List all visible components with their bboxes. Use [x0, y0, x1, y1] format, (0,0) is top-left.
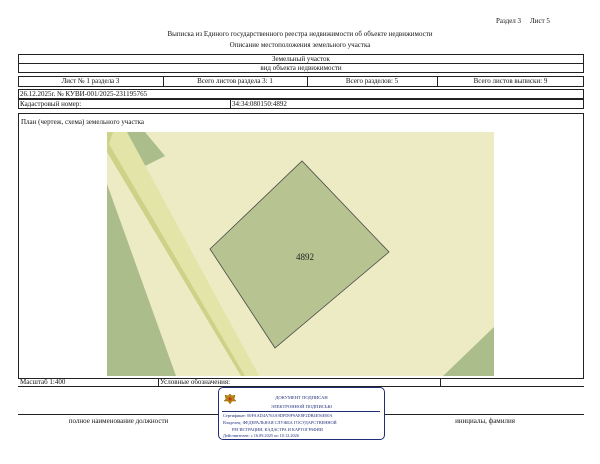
- position-label: полное наименование должности: [68, 417, 169, 425]
- sheet-label: Лист 5: [530, 17, 550, 25]
- initials-line: [385, 414, 584, 415]
- footer-divider-2: [440, 378, 441, 386]
- total-sheets-section: Всего листов раздела 3: 1: [197, 77, 273, 85]
- cadastral-row: [18, 99, 584, 109]
- stamp-line1: ДОКУМЕНТ ПОДПИСАН: [275, 395, 328, 400]
- stamp-owner-1: Владелец: ФЕДЕРАЛЬНАЯ СЛУЖБА ГОСУДАРСТВЕ…: [223, 420, 337, 425]
- stamp-validity: Действителен: с 16.09.2025 по 10.12.2026: [223, 433, 299, 438]
- stamp-line2: ЭЛЕКТРОННОЙ ПОДПИСЬЮ: [270, 404, 333, 409]
- date-number: 26.12.2025г. № КУВИ-001/2025-231195765: [20, 90, 148, 98]
- object-name: Земельный участок: [272, 55, 330, 63]
- section-label: Раздел 3: [496, 17, 522, 25]
- stamp-certificate: Сертификат: 00FAAD4A763A9DFD9F9AE8F2DB4E…: [223, 413, 333, 418]
- stamp-divider: [222, 411, 380, 412]
- plan-caption: План (чертеж, схема) земельного участка: [21, 118, 145, 126]
- cadastral-divider: [230, 99, 231, 109]
- object-kind: вид объекта недвижимости: [260, 64, 342, 72]
- scale-label: Масштаб 1:400: [20, 378, 66, 386]
- document-title: Выписка из Единого государственного реес…: [167, 30, 433, 38]
- total-sections: Всего разделов: 5: [345, 77, 399, 85]
- cadastral-number: 34:34:080150:4892: [232, 100, 287, 108]
- legend-label: Условные обозначения:: [160, 378, 231, 386]
- document-subtitle: Описание местоположения земельного участ…: [229, 41, 371, 49]
- land-plan-map: 4892: [107, 132, 494, 376]
- position-line: [18, 414, 219, 415]
- footer-divider-1: [158, 378, 159, 386]
- total-sheets-extract: Всего листов выписки: 9: [473, 77, 548, 85]
- sheet-of-section: Лист № 1 раздела 3: [61, 77, 120, 85]
- stamp-owner-2: РЕГИСТРАЦИИ, КАДАСТРА И КАРТОГРАФИИ: [232, 427, 323, 432]
- electronic-signature-stamp: ДОКУМЕНТ ПОДПИСАН ЭЛЕКТРОННОЙ ПОДПИСЬЮ С…: [218, 387, 385, 440]
- initials-label: инициалы, фамилия: [455, 417, 515, 425]
- parcel-number-label: 4892: [296, 252, 314, 262]
- cadastral-label: Кадастровый номер:: [20, 100, 82, 108]
- footer-line-top: [18, 378, 584, 379]
